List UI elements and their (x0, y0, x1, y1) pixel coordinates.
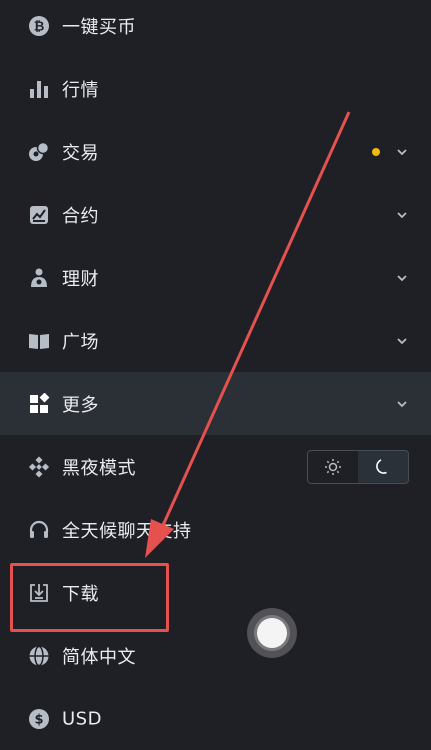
menu-item-buy-crypto[interactable]: ₿ 一键买币 (0, 0, 431, 57)
menu-item-language[interactable]: 简体中文 (0, 624, 431, 687)
menu-label: 交易 (62, 142, 99, 164)
menu-label: 全天候聊天支持 (62, 520, 192, 542)
menu-item-dark-mode: 黑夜模式 (0, 435, 431, 498)
chevron-down-icon[interactable] (396, 272, 408, 284)
menu-item-square[interactable]: 广场 (0, 309, 431, 372)
grid-icon (28, 392, 50, 415)
notification-dot (372, 147, 380, 156)
menu-label: 一键买币 (62, 16, 136, 38)
menu-item-currency[interactable]: $ USD (0, 687, 431, 750)
menu-label: USD (62, 708, 102, 729)
menu-item-markets[interactable]: 行情 (0, 57, 431, 120)
headset-icon (28, 519, 50, 541)
globe-icon (28, 645, 50, 667)
moon-icon[interactable] (358, 450, 408, 483)
theme-toggle (307, 449, 409, 484)
menu-item-trade[interactable]: 交易 (0, 120, 431, 183)
book-icon (28, 330, 50, 352)
menu-label: 更多 (62, 394, 99, 416)
dollar-icon: $ (28, 708, 50, 730)
menu-label: 合约 (62, 205, 99, 227)
bar-chart-icon (28, 78, 50, 100)
bitcoin-icon: ₿ (28, 15, 50, 37)
menu-item-support[interactable]: 全天候聊天支持 (0, 498, 431, 561)
menu-label: 理财 (62, 268, 99, 290)
trade-icon (28, 141, 50, 163)
menu-item-more[interactable]: 更多 (0, 372, 431, 435)
chevron-down-icon[interactable] (396, 398, 408, 410)
chevron-down-icon[interactable] (396, 146, 408, 158)
binance-logo-icon (28, 455, 50, 478)
chevron-down-icon[interactable] (396, 209, 408, 221)
earn-icon (28, 267, 50, 289)
sun-icon[interactable] (308, 451, 358, 483)
annotation-highlight-box (10, 563, 169, 632)
svg-text:₿: ₿ (34, 19, 45, 34)
futures-icon (28, 204, 50, 226)
chevron-down-icon[interactable] (396, 335, 408, 347)
menu-item-earn[interactable]: 理财 (0, 246, 431, 309)
menu-label: 行情 (62, 79, 99, 101)
menu-label: 黑夜模式 (62, 457, 136, 479)
menu-label: 广场 (62, 331, 99, 353)
menu-item-futures[interactable]: 合约 (0, 183, 431, 246)
assistive-touch-button[interactable] (247, 608, 297, 658)
svg-text:$: $ (34, 712, 43, 727)
menu-label: 简体中文 (62, 646, 136, 668)
